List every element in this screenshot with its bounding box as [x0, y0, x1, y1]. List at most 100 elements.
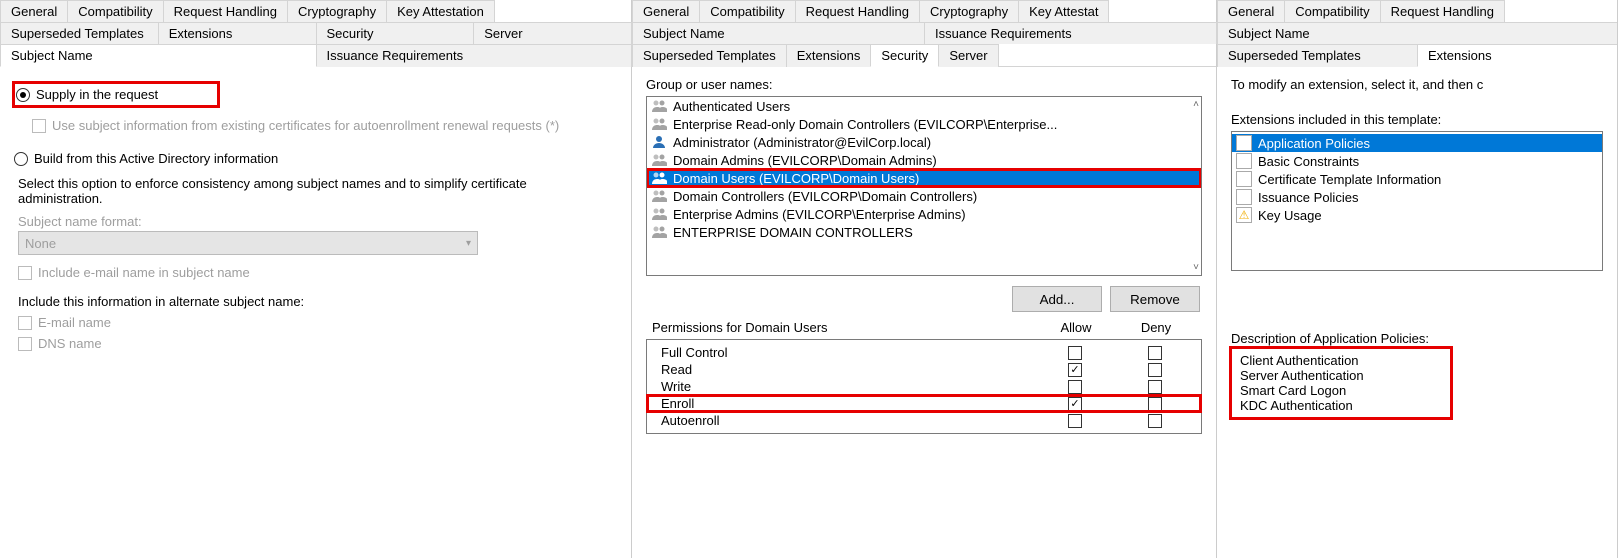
tab-extensions[interactable]: Extensions [158, 22, 317, 44]
supply-in-request-label: Supply in the request [36, 87, 158, 102]
tab-extensions[interactable]: Extensions [786, 44, 872, 67]
group-item[interactable]: Domain Controllers (EVILCORP\Domain Cont… [647, 187, 1201, 205]
group-item-label: Domain Controllers (EVILCORP\Domain Cont… [673, 189, 977, 204]
extension-item[interactable]: Key Usage [1232, 206, 1602, 224]
extension-item[interactable]: Application Policies [1232, 134, 1602, 152]
extensions-list[interactable]: Application Policies Basic Constraints Cer… [1231, 131, 1603, 271]
group-item[interactable]: Authenticated Users [647, 97, 1201, 115]
tab-request-handling[interactable]: Request Handling [1380, 0, 1505, 22]
group-item[interactable]: Enterprise Read-only Domain Controllers … [647, 115, 1201, 133]
tab-server[interactable]: Server [938, 44, 998, 67]
include-email-option: Include e-mail name in subject name [18, 265, 617, 280]
group-item[interactable]: Administrator (Administrator@EvilCorp.lo… [647, 133, 1201, 151]
tab-request-handling[interactable]: Request Handling [163, 0, 288, 22]
tab-extensions[interactable]: Extensions [1417, 44, 1618, 67]
tab-compatibility[interactable]: Compatibility [1284, 0, 1380, 22]
tab-compatibility[interactable]: Compatibility [699, 0, 795, 22]
users-icon [651, 98, 667, 114]
tab-issuance-requirements[interactable]: Issuance Requirements [316, 44, 633, 67]
permission-row: Enroll [647, 395, 1201, 412]
tab-superseded-templates[interactable]: Superseded Templates [1217, 44, 1418, 67]
permissions-label: Permissions for Domain Users [652, 320, 1036, 335]
permission-name: Full Control [653, 345, 1035, 360]
group-item-label: Authenticated Users [673, 99, 790, 114]
group-item[interactable]: Domain Admins (EVILCORP\Domain Admins) [647, 151, 1201, 169]
extension-item[interactable]: Issuance Policies [1232, 188, 1602, 206]
extension-label: Basic Constraints [1258, 154, 1359, 169]
use-existing-label: Use subject information from existing ce… [52, 118, 559, 133]
build-desc: Select this option to enforce consistenc… [18, 176, 578, 206]
checkbox-icon [32, 119, 46, 133]
group-item-label: Enterprise Admins (EVILCORP\Enterprise A… [673, 207, 966, 222]
user-icon [651, 134, 667, 150]
tab-server[interactable]: Server [473, 22, 632, 44]
description-line: Client Authentication [1240, 353, 1442, 368]
description-label: Description of Application Policies: [1231, 331, 1603, 346]
allow-checkbox[interactable] [1068, 397, 1082, 411]
group-item[interactable]: Domain Users (EVILCORP\Domain Users) [647, 169, 1201, 187]
deny-checkbox[interactable] [1148, 363, 1162, 377]
users-icon [651, 188, 667, 204]
include-email-label: Include e-mail name in subject name [38, 265, 250, 280]
add-button[interactable]: Add... [1012, 286, 1102, 312]
users-icon [651, 206, 667, 222]
group-list[interactable]: ˄ ˅ Authenticated UsersEnterprise Read-o… [646, 96, 1202, 276]
tab-general[interactable]: General [0, 0, 68, 22]
use-existing-subject-option: Use subject information from existing ce… [32, 118, 617, 133]
allow-checkbox[interactable] [1068, 346, 1082, 360]
permission-name: Write [653, 379, 1035, 394]
checkbox-icon [18, 266, 32, 280]
scroll-down-icon[interactable]: ˅ [1193, 262, 1199, 273]
tab-compatibility[interactable]: Compatibility [67, 0, 163, 22]
build-from-ad-option[interactable]: Build from this Active Directory informa… [14, 151, 617, 166]
tab-request-handling[interactable]: Request Handling [795, 0, 920, 22]
tab-superseded-templates[interactable]: Superseded Templates [632, 44, 787, 67]
group-item[interactable]: ENTERPRISE DOMAIN CONTROLLERS [647, 223, 1201, 241]
tab-security[interactable]: Security [870, 44, 939, 67]
tab-cryptography[interactable]: Cryptography [287, 0, 387, 22]
tab-subject-name[interactable]: Subject Name [0, 44, 317, 67]
allow-checkbox[interactable] [1068, 380, 1082, 394]
permission-name: Enroll [653, 396, 1035, 411]
deny-column: Deny [1141, 320, 1171, 335]
scroll-up-icon[interactable]: ˄ [1193, 99, 1199, 110]
deny-checkbox[interactable] [1148, 397, 1162, 411]
allow-column: Allow [1060, 320, 1091, 335]
tab-general[interactable]: General [1217, 0, 1285, 22]
extension-label: Certificate Template Information [1258, 172, 1441, 187]
tab-general[interactable]: General [632, 0, 700, 22]
remove-button[interactable]: Remove [1110, 286, 1200, 312]
extensions-list-label: Extensions included in this template: [1231, 112, 1603, 127]
panel-security: GeneralCompatibilityRequest HandlingCryp… [632, 0, 1217, 558]
chevron-down-icon: ▾ [466, 238, 471, 249]
group-item[interactable]: Enterprise Admins (EVILCORP\Enterprise A… [647, 205, 1201, 223]
deny-checkbox[interactable] [1148, 346, 1162, 360]
alt-option: E-mail name [18, 315, 617, 330]
panel-extensions: GeneralCompatibilityRequest Handling Sub… [1217, 0, 1618, 558]
deny-checkbox[interactable] [1148, 414, 1162, 428]
description-line: Smart Card Logon [1240, 383, 1442, 398]
tab-subject-name[interactable]: Subject Name [1217, 22, 1618, 44]
users-icon [651, 116, 667, 132]
users-icon [651, 224, 667, 240]
group-item-label: Administrator (Administrator@EvilCorp.lo… [673, 135, 931, 150]
tab-superseded-templates[interactable]: Superseded Templates [0, 22, 159, 44]
tab-security[interactable]: Security [316, 22, 475, 44]
group-names-label: Group or user names: [646, 77, 1202, 92]
permission-row: Autoenroll [647, 412, 1201, 429]
allow-checkbox[interactable] [1068, 363, 1082, 377]
description-line: Server Authentication [1240, 368, 1442, 383]
tab-issuance-requirements[interactable]: Issuance Requirements [924, 22, 1217, 44]
deny-checkbox[interactable] [1148, 380, 1162, 394]
tab-cryptography[interactable]: Cryptography [919, 0, 1019, 22]
extension-item[interactable]: Certificate Template Information [1232, 170, 1602, 188]
radio-icon [16, 88, 30, 102]
supply-in-request-option[interactable]: Supply in the request [14, 83, 218, 106]
tab-key-attestation[interactable]: Key Attestation [386, 0, 495, 22]
permission-name: Autoenroll [653, 413, 1035, 428]
cert-icon [1236, 189, 1252, 205]
extension-item[interactable]: Basic Constraints [1232, 152, 1602, 170]
tab-subject-name[interactable]: Subject Name [632, 22, 925, 44]
allow-checkbox[interactable] [1068, 414, 1082, 428]
tab-key-attestat[interactable]: Key Attestat [1018, 0, 1109, 22]
